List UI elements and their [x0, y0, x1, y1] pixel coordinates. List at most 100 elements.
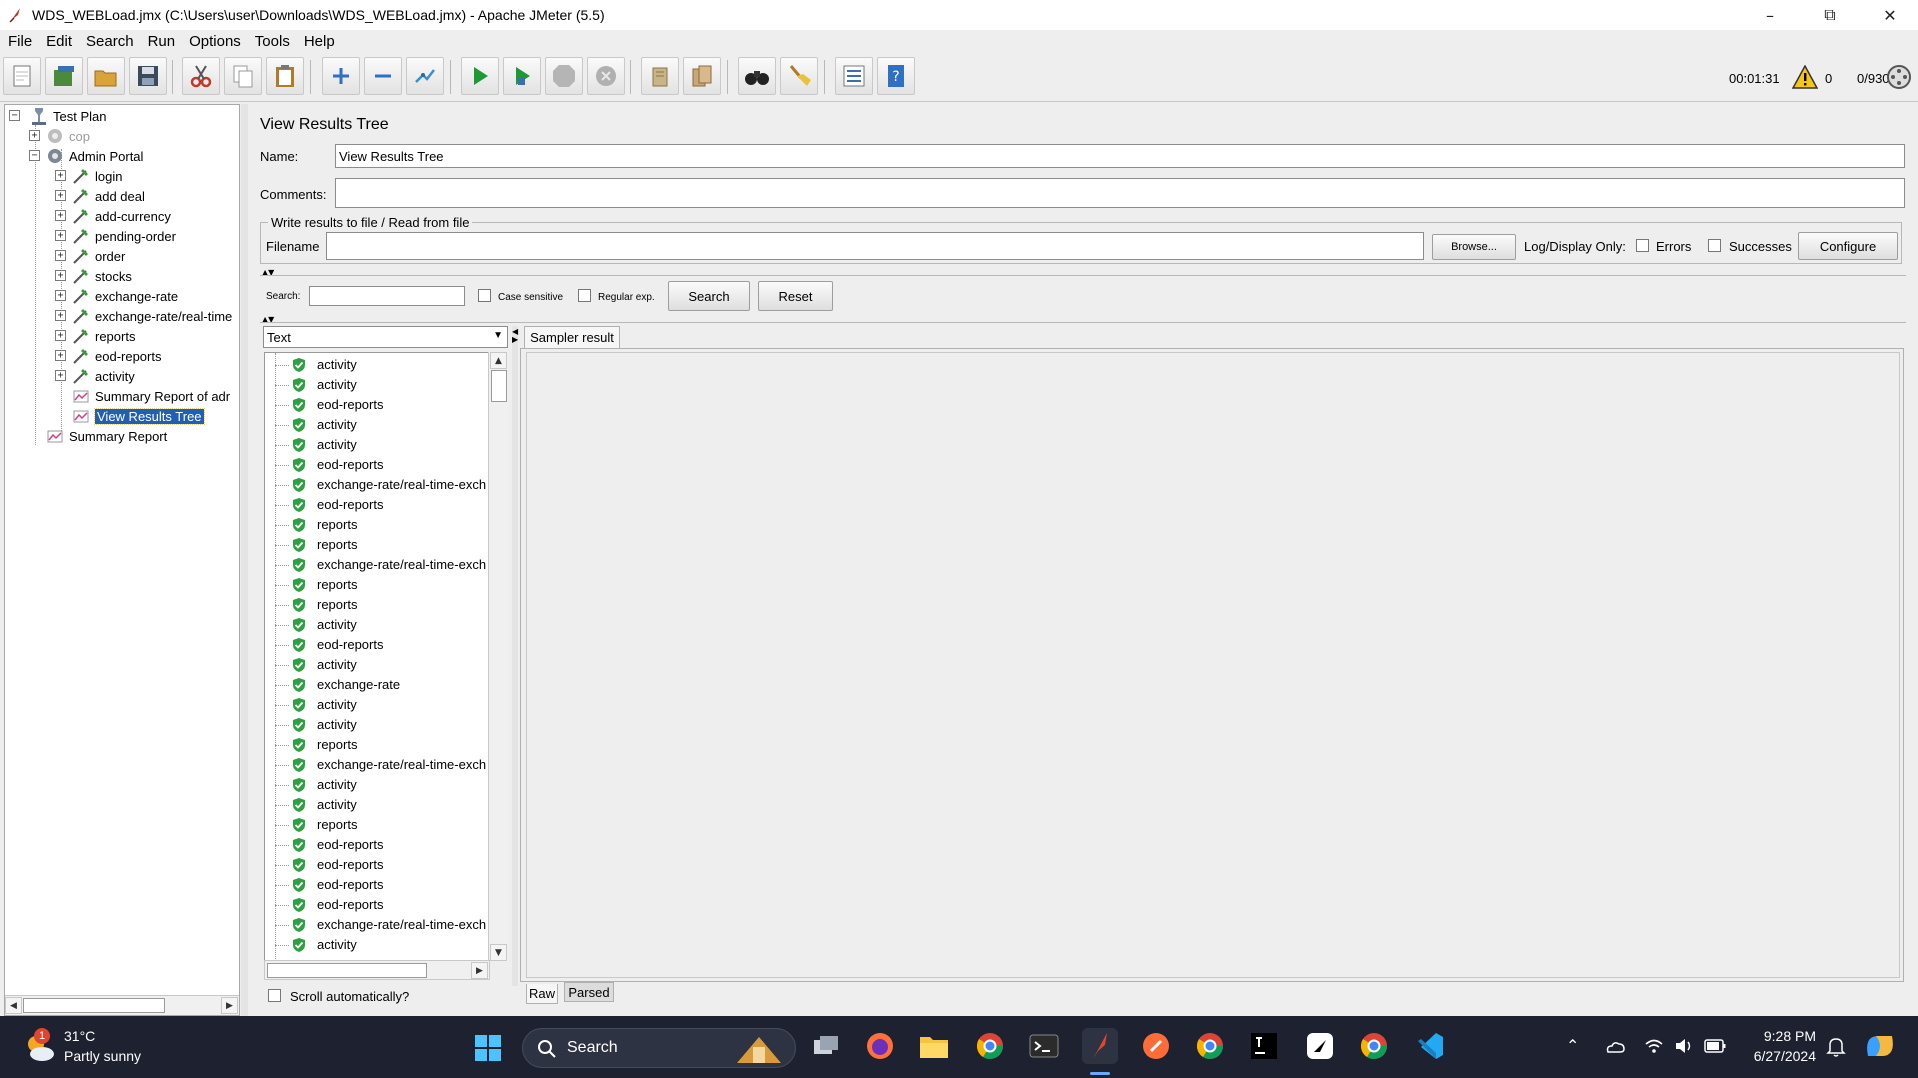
file-explorer-button[interactable]: [916, 1028, 952, 1064]
successes-checkbox[interactable]: [1708, 239, 1721, 252]
expand-toggle[interactable]: +: [55, 270, 66, 281]
tree-node-stocks[interactable]: stocks: [71, 266, 132, 286]
tab-parsed[interactable]: Parsed: [564, 982, 614, 1002]
collapse-toggle[interactable]: −: [29, 150, 40, 161]
scroll-right-arrow[interactable]: ▶: [221, 997, 238, 1014]
case-sensitive-checkbox[interactable]: [478, 289, 491, 302]
scroll-thumb[interactable]: [267, 963, 427, 978]
result-item[interactable]: exchange-rate/real-time-exch: [265, 555, 486, 575]
result-item[interactable]: exchange-rate/real-time-exch: [265, 755, 486, 775]
tree-node-cop[interactable]: cop: [45, 126, 90, 146]
result-item[interactable]: activity: [265, 375, 485, 395]
filename-field[interactable]: [326, 232, 1424, 260]
expand-toggle[interactable]: +: [55, 370, 66, 381]
tree-node-admin-portal[interactable]: Admin Portal: [45, 146, 143, 166]
scroll-left-arrow[interactable]: ◀: [5, 997, 22, 1014]
scroll-right-arrow[interactable]: ▶: [471, 962, 488, 979]
result-item[interactable]: eod-reports: [265, 395, 485, 415]
renderer-select[interactable]: Text ▼: [263, 326, 508, 348]
result-item[interactable]: reports: [265, 815, 485, 835]
task-view-button[interactable]: [808, 1028, 844, 1064]
scroll-down-arrow[interactable]: ▼: [490, 944, 507, 961]
result-item[interactable]: eod-reports: [265, 495, 485, 515]
result-item[interactable]: activity: [265, 615, 485, 635]
search-field[interactable]: [309, 286, 465, 306]
menu-edit[interactable]: Edit: [46, 33, 72, 50]
result-item[interactable]: activity: [265, 935, 485, 955]
tree-node-exchange-rate-real-time[interactable]: exchange-rate/real-time: [71, 306, 239, 326]
tab-sampler-result[interactable]: Sampler result: [524, 326, 620, 348]
vscode-button[interactable]: [1412, 1028, 1448, 1064]
toggle-button[interactable]: [406, 57, 444, 95]
copy-button[interactable]: [224, 57, 262, 95]
expand-toggle[interactable]: +: [55, 170, 66, 181]
result-item[interactable]: eod-reports: [265, 855, 485, 875]
volume-icon[interactable]: [1674, 1037, 1694, 1055]
stop-button[interactable]: [545, 57, 583, 95]
result-item[interactable]: eod-reports: [265, 455, 485, 475]
expand-toggle[interactable]: +: [55, 290, 66, 301]
result-item[interactable]: activity: [265, 775, 485, 795]
expand-toggle[interactable]: +: [55, 230, 66, 241]
search-submit-button[interactable]: Search: [668, 281, 750, 311]
tree-node-summary-report-admin[interactable]: Summary Report of adr: [71, 386, 239, 406]
clock-time[interactable]: 9:28 PM: [1756, 1028, 1816, 1044]
reset-search-button[interactable]: [780, 57, 818, 95]
results-horizontal-scrollbar[interactable]: ▶: [264, 960, 490, 980]
restore-button[interactable]: ⧉: [1802, 0, 1858, 30]
menu-file[interactable]: File: [8, 33, 32, 50]
reset-button[interactable]: Reset: [758, 281, 833, 311]
result-item[interactable]: eod-reports: [265, 635, 485, 655]
jmeter-taskbar-button[interactable]: [1082, 1028, 1118, 1064]
expand-toggle[interactable]: +: [29, 130, 40, 141]
name-field[interactable]: View Results Tree: [335, 144, 1905, 168]
shutdown-button[interactable]: [587, 57, 625, 95]
tree-node-summary-report[interactable]: Summary Report: [45, 426, 167, 446]
result-item[interactable]: reports: [265, 595, 485, 615]
tree-node-add-currency[interactable]: add-currency: [71, 206, 171, 226]
close-button[interactable]: ✕: [1862, 0, 1918, 30]
wifi-icon[interactable]: [1644, 1037, 1664, 1055]
expand-all-button[interactable]: [322, 57, 360, 95]
tree-node-exchange-rate[interactable]: exchange-rate: [71, 286, 178, 306]
tree-node-eod-reports[interactable]: eod-reports: [71, 346, 161, 366]
expand-toggle[interactable]: +: [55, 330, 66, 341]
chrome-button[interactable]: [1192, 1028, 1228, 1064]
paste-button[interactable]: [266, 57, 304, 95]
copilot-icon[interactable]: [1862, 1030, 1898, 1062]
expand-toggle[interactable]: +: [55, 250, 66, 261]
result-item[interactable]: activity: [265, 715, 485, 735]
result-item[interactable]: reports: [265, 515, 485, 535]
result-item[interactable]: exchange-rate/real-time-exch: [265, 475, 486, 495]
result-item[interactable]: eod-reports: [265, 895, 485, 915]
help-button[interactable]: ?: [877, 57, 915, 95]
result-item[interactable]: reports: [265, 735, 485, 755]
tab-raw[interactable]: Raw: [526, 984, 558, 1004]
menu-search[interactable]: Search: [86, 33, 134, 50]
root-collapse-toggle[interactable]: −: [9, 110, 20, 121]
tree-node-activity[interactable]: activity: [71, 366, 135, 386]
scroll-thumb[interactable]: [23, 998, 165, 1013]
tree-node-pending-order[interactable]: pending-order: [71, 226, 176, 246]
result-item[interactable]: activity: [265, 655, 485, 675]
scroll-up-arrow[interactable]: ▲: [490, 352, 507, 369]
expand-toggle[interactable]: +: [55, 210, 66, 221]
result-item[interactable]: exchange-rate: [265, 675, 485, 695]
menu-help[interactable]: Help: [304, 33, 335, 50]
result-item[interactable]: reports: [265, 535, 485, 555]
tree-splitter[interactable]: [241, 104, 248, 1016]
result-item[interactable]: reports: [265, 575, 485, 595]
show-hidden-icons-chevron[interactable]: ⌃: [1566, 1036, 1579, 1056]
menu-run[interactable]: Run: [148, 33, 176, 50]
comments-field[interactable]: [335, 178, 1905, 208]
result-item[interactable]: activity: [265, 695, 485, 715]
warning-icon[interactable]: [1792, 65, 1818, 89]
tree-node-login[interactable]: login: [71, 166, 122, 186]
regex-checkbox[interactable]: [578, 289, 591, 302]
clear-all-button[interactable]: [683, 57, 721, 95]
battery-icon[interactable]: [1704, 1039, 1726, 1053]
postman-button[interactable]: [1138, 1028, 1174, 1064]
new-button[interactable]: [3, 57, 41, 95]
tree-node-test-plan[interactable]: Test Plan: [29, 106, 106, 126]
collapse-all-button[interactable]: [364, 57, 402, 95]
